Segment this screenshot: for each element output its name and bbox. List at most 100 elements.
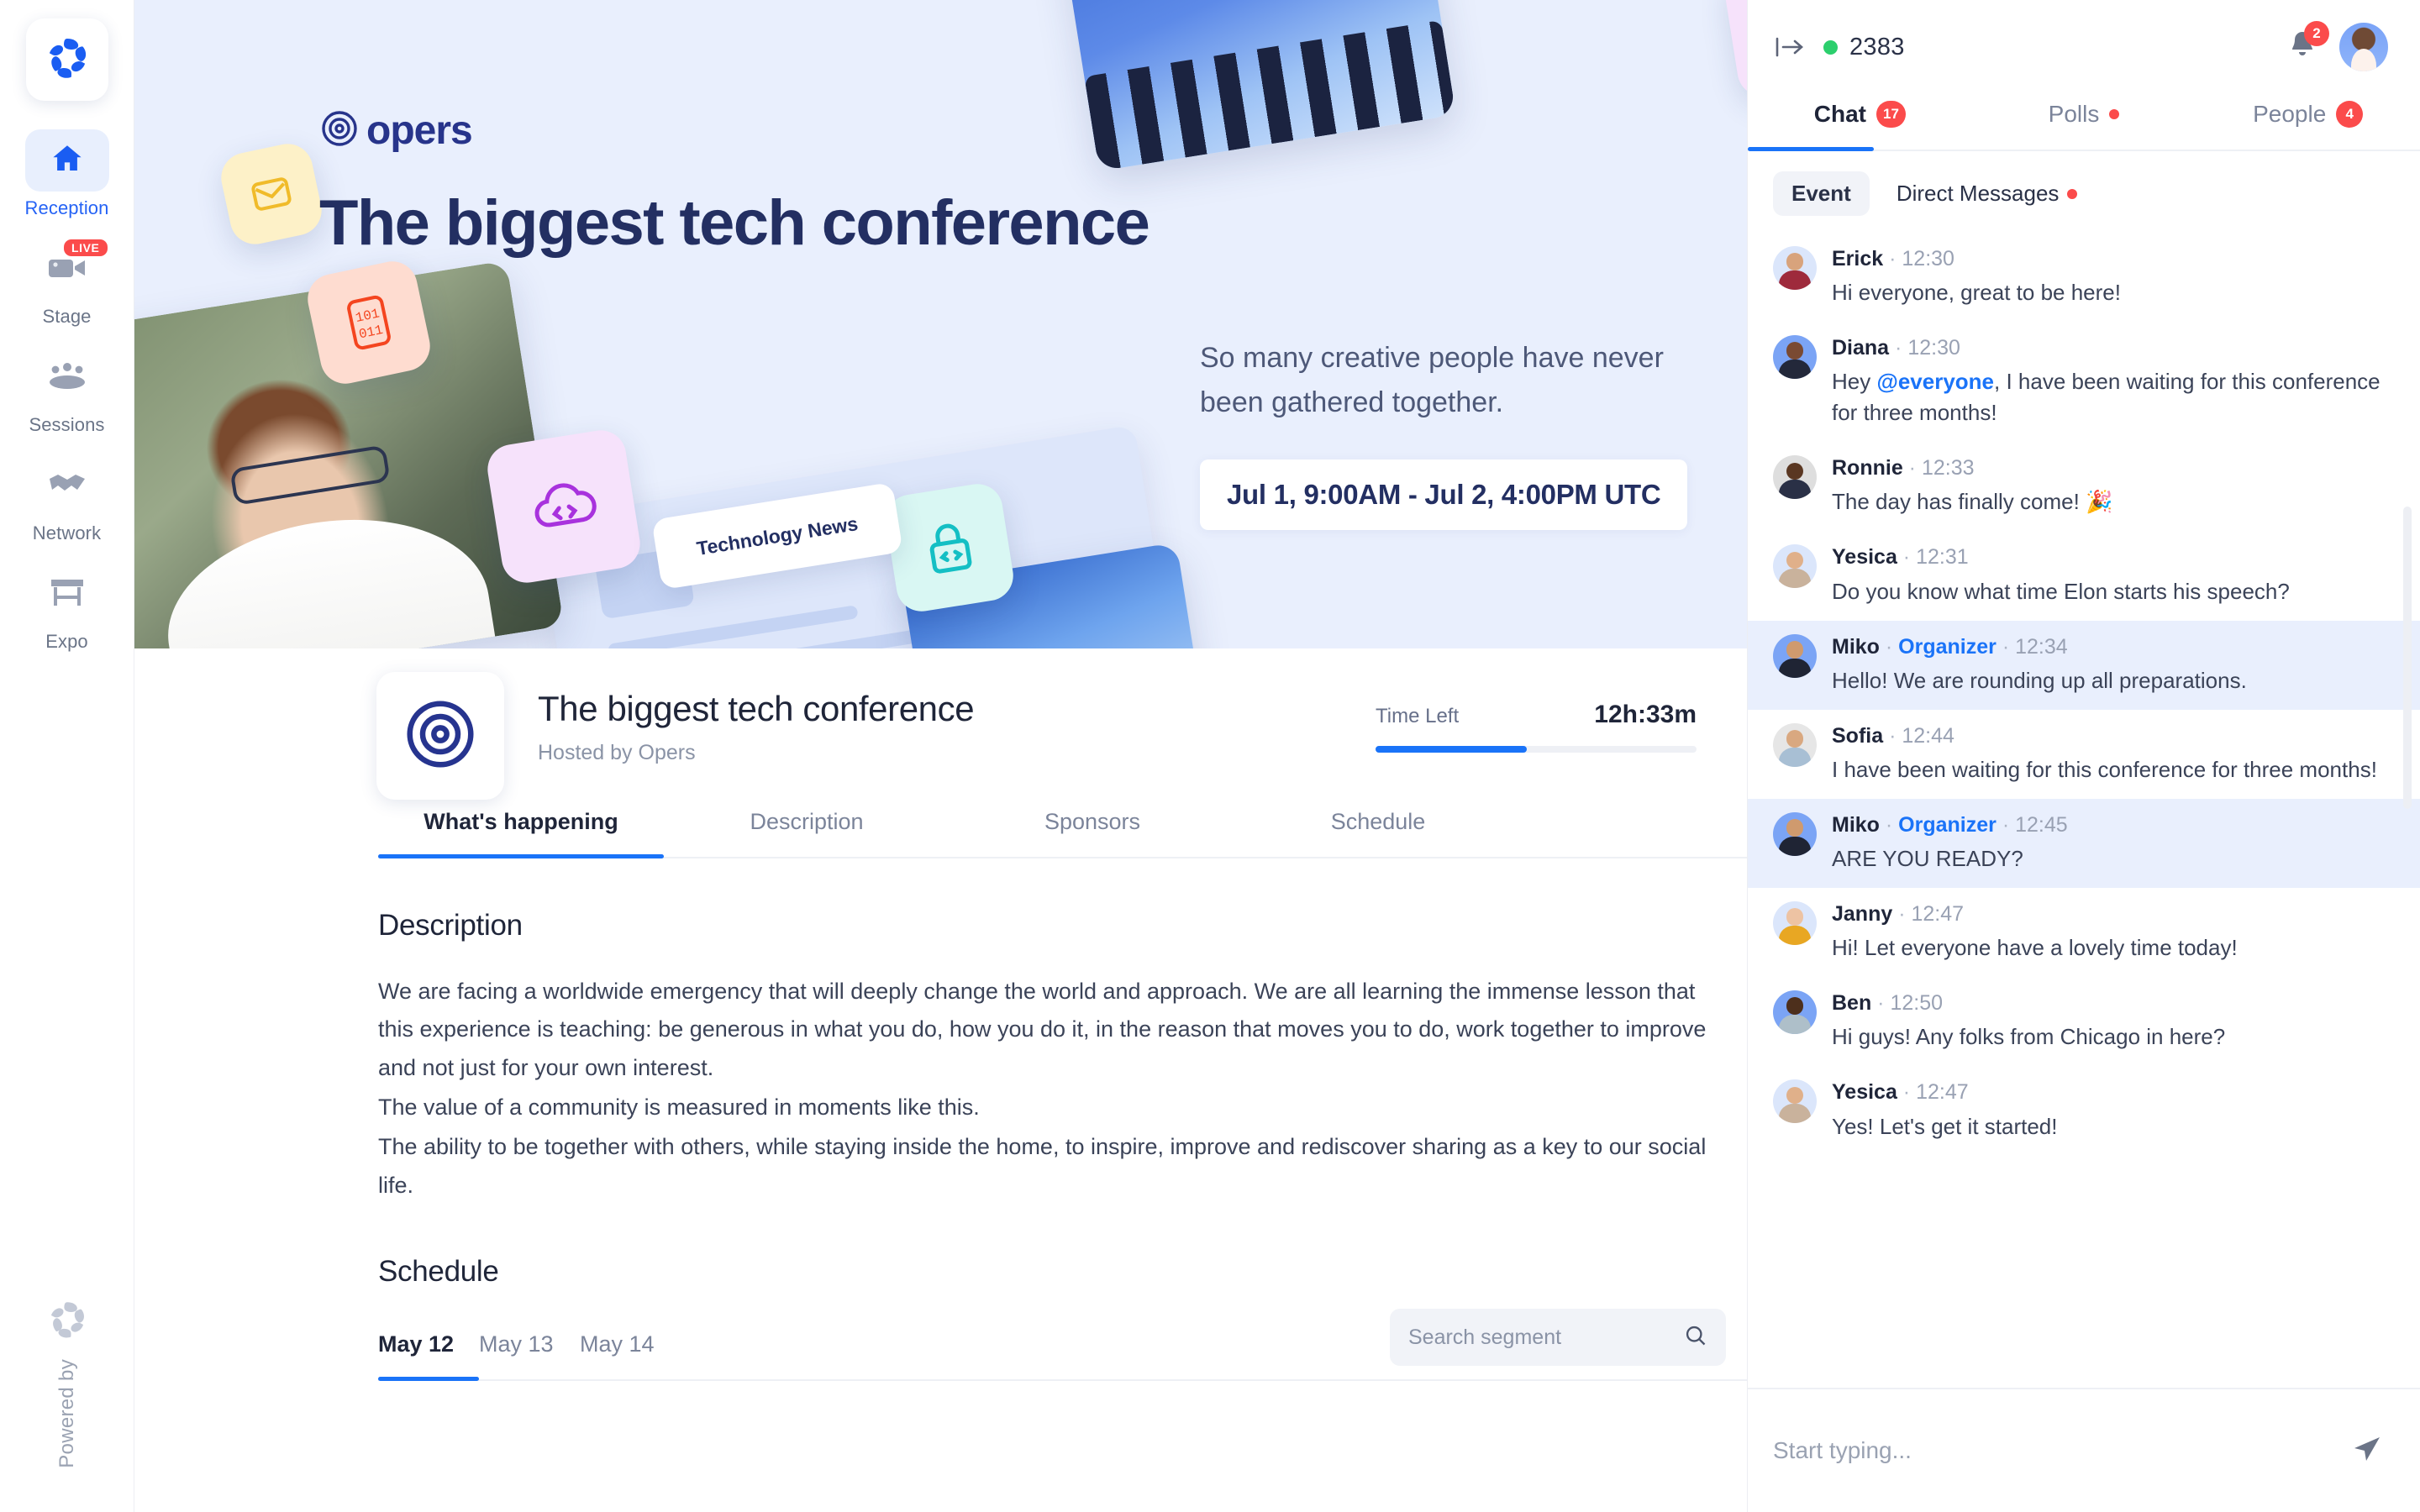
chat-message[interactable]: Ronnie · 12:33 The day has finally come! … <box>1748 442 2420 531</box>
tab-polls[interactable]: Polls <box>1972 94 2196 150</box>
chat-input[interactable] <box>1773 1437 2349 1464</box>
chat-message[interactable]: Diana · 12:30 Hey @everyone, I have been … <box>1748 322 2420 442</box>
chat-message-author: Erick <box>1832 247 1884 270</box>
chat-message[interactable]: Sofia · 12:44 I have been waiting for thi… <box>1748 710 2420 799</box>
sidebar-item-stage[interactable]: LIVE Stage <box>17 238 118 328</box>
day-tab-may-13[interactable]: May 13 <box>479 1331 580 1379</box>
avatar[interactable] <box>1773 722 1817 767</box>
search-input[interactable] <box>1408 1325 1684 1350</box>
search-segment-box[interactable] <box>1390 1309 1726 1367</box>
tab-description[interactable]: Description <box>664 809 950 857</box>
hero-photo-woman <box>134 260 565 648</box>
chat-message-body: Diana · 12:30 Hey @everyone, I have been … <box>1832 335 2391 428</box>
chat-message-time: 12:45 <box>2015 812 2068 837</box>
subtab-dm-label: Direct Messages <box>1896 181 2060 206</box>
avatar[interactable] <box>1773 633 1817 678</box>
chat-message[interactable]: Ben · 12:50 Hi guys! Any folks from Chica… <box>1748 977 2420 1066</box>
booth-icon <box>49 577 86 612</box>
sidebar-item-sessions[interactable]: Sessions <box>17 346 118 436</box>
filter-funnel-icon[interactable] <box>1744 1321 1747 1354</box>
chat-message-meta: Miko · Organizer · 12:34 <box>1832 634 2068 659</box>
main-content: 101 011 Technology News opers The bigges… <box>134 0 1748 1512</box>
chat-message-time: 12:50 <box>1890 991 1944 1016</box>
time-left-label: Time Left <box>1376 705 1460 727</box>
content-tabs: What's happening Description Sponsors Sc… <box>378 809 1747 858</box>
tab-polls-dot <box>2109 109 2120 119</box>
avatar[interactable] <box>2339 23 2388 71</box>
chat-header-actions: 2 <box>2287 20 2388 71</box>
hero-logo-text: opers <box>366 108 473 153</box>
avatar[interactable] <box>1773 990 1817 1035</box>
sidebar-item-reception[interactable]: Reception <box>17 129 118 219</box>
description-paragraph: The value of a community is measured in … <box>378 1095 980 1121</box>
day-tab-may-12[interactable]: May 12 <box>378 1331 479 1379</box>
chat-message-text: Hello! We are rounding up all preparatio… <box>1832 667 2247 693</box>
chat-message[interactable]: Miko · Organizer · 12:45 ARE YOU READY? <box>1748 798 2420 888</box>
chat-message-meta: Ben · 12:50 <box>1832 991 1944 1016</box>
sidebar-item-network[interactable]: Network <box>17 454 118 544</box>
svg-text:101: 101 <box>354 306 381 326</box>
tab-whats-happening[interactable]: What's happening <box>378 809 664 857</box>
hero-banner: 101 011 Technology News opers The bigges… <box>134 0 1747 648</box>
chat-composer <box>1748 1388 2420 1512</box>
nav-icon-box-reception <box>24 129 109 192</box>
chat-panel: 2383 2 Chat 17 Polls People 4 Event Dire… <box>1748 0 2420 1512</box>
avatar[interactable] <box>1773 1079 1817 1124</box>
left-sidebar: Reception LIVE Stage Sessions Network Ex… <box>0 0 134 1512</box>
sidebar-item-label: Network <box>32 522 102 543</box>
tab-people[interactable]: People 4 <box>2196 94 2420 150</box>
hero-collage: 101 011 Technology News <box>134 0 1747 648</box>
active-tab-indicator <box>378 854 664 858</box>
app-root: Reception LIVE Stage Sessions Network Ex… <box>0 0 2420 1512</box>
chat-message-author: Yesica <box>1832 545 1897 570</box>
subtab-direct-messages[interactable]: Direct Messages <box>1878 171 2096 216</box>
event-text-block: The biggest tech conference Hosted by Op… <box>538 682 975 765</box>
opers-mark-icon <box>321 110 358 151</box>
tab-schedule[interactable]: Schedule <box>1235 809 1521 857</box>
collapse-panel-icon[interactable] <box>1775 35 1805 59</box>
hero-tile-binary: 101 011 <box>302 256 435 389</box>
chat-message[interactable]: Miko · Organizer · 12:34 Hello! We are ro… <box>1748 620 2420 710</box>
avatar[interactable] <box>1773 811 1817 856</box>
sidebar-item-label: Stage <box>42 306 92 327</box>
chat-message-author: Sofia <box>1832 723 1884 748</box>
chat-message[interactable]: Janny · 12:47 Hi! Let everyone have a lov… <box>1748 888 2420 977</box>
chat-message-list[interactable]: Erick · 12:30 Hi everyone, great to be he… <box>1748 228 2420 1388</box>
avatar[interactable] <box>1773 901 1817 945</box>
day-tab-may-14[interactable]: May 14 <box>580 1331 681 1379</box>
bell-icon[interactable]: 2 <box>2287 20 2329 66</box>
chat-scrollbar[interactable] <box>2403 507 2412 809</box>
tab-sponsors[interactable]: Sponsors <box>950 809 1235 857</box>
mention-link[interactable]: @everyone <box>1876 369 1994 394</box>
chat-message[interactable]: Yesica · 12:31 Do you know what time Elon… <box>1748 531 2420 620</box>
time-left-value: 12h:33m <box>1594 701 1697 728</box>
description-heading: Description <box>378 909 523 942</box>
hero-logo: opers <box>321 108 473 154</box>
chat-message-author: Ben <box>1832 991 1872 1016</box>
avatar[interactable] <box>1773 246 1817 290</box>
search-icon[interactable] <box>1684 1324 1707 1352</box>
avatar[interactable] <box>1773 455 1817 500</box>
chat-message[interactable]: Erick · 12:30 Hi everyone, great to be he… <box>1748 233 2420 322</box>
chat-message[interactable]: Yesica · 12:47 Yes! Let's get it started! <box>1748 1066 2420 1155</box>
tab-chat-label: Chat <box>1813 101 1866 127</box>
hero-tile-decorative <box>1722 0 1747 100</box>
avatar[interactable] <box>1773 544 1817 589</box>
avatar[interactable] <box>1773 335 1817 380</box>
event-header: The biggest tech conference Hosted by Op… <box>134 648 1747 765</box>
chat-message-text: Hey @everyone, I have been waiting for t… <box>1832 369 2381 426</box>
chat-panel-header: 2383 2 <box>1748 0 2420 94</box>
chat-message-time: 12:30 <box>1902 247 1954 270</box>
chat-message-meta: Yesica · 12:47 <box>1832 1080 1969 1105</box>
send-paper-plane-icon[interactable] <box>2349 1432 2383 1470</box>
nav-icon-box-sessions <box>25 346 109 408</box>
sidebar-item-expo[interactable]: Expo <box>17 563 118 653</box>
chat-message-author: Ronnie <box>1832 456 1903 480</box>
active-chat-tab-indicator <box>1748 147 1874 151</box>
subtab-event[interactable]: Event <box>1773 171 1870 216</box>
chat-message-body: Miko · Organizer · 12:45 ARE YOU READY? <box>1832 812 2391 874</box>
chat-message-author: Yesica <box>1832 1080 1897 1105</box>
live-badge: LIVE <box>63 239 108 256</box>
brand-logo-button[interactable] <box>25 18 108 101</box>
tab-chat[interactable]: Chat 17 <box>1748 94 1972 150</box>
